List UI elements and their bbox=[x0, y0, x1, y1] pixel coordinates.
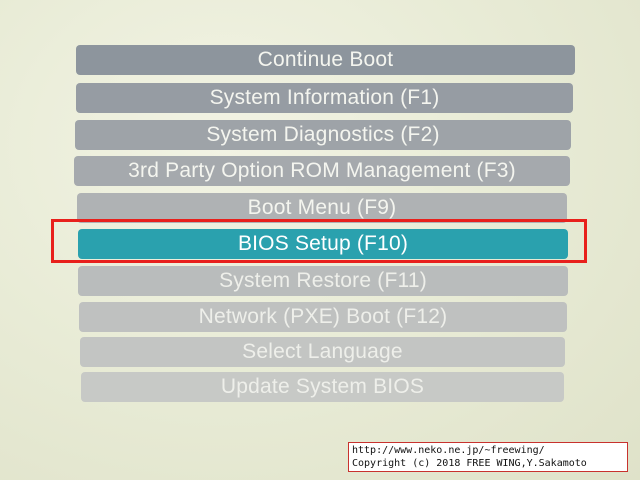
menu-item-label: System Diagnostics (F2) bbox=[206, 123, 440, 146]
menu-item-continue-boot[interactable]: Continue Boot bbox=[76, 45, 575, 75]
menu-item-label: System Restore (F11) bbox=[219, 269, 427, 292]
menu-item-option-rom-management[interactable]: 3rd Party Option ROM Management (F3) bbox=[74, 156, 570, 186]
menu-item-label: Update System BIOS bbox=[220, 375, 425, 398]
highlight-annotation-box bbox=[51, 219, 587, 263]
copyright-watermark: http://www.neko.ne.jp/~freewing/ Copyrig… bbox=[348, 442, 628, 472]
menu-item-label: System Information (F1) bbox=[209, 86, 440, 109]
menu-item-system-diagnostics[interactable]: System Diagnostics (F2) bbox=[75, 120, 571, 150]
menu-item-system-information[interactable]: System Information (F1) bbox=[76, 83, 573, 113]
watermark-copyright: Copyright (c) 2018 FREE WING,Y.Sakamoto bbox=[352, 458, 587, 469]
menu-item-label: Network (PXE) Boot (F12) bbox=[198, 305, 448, 328]
menu-item-label: Continue Boot bbox=[257, 48, 394, 71]
menu-item-label: 3rd Party Option ROM Management (F3) bbox=[128, 159, 516, 182]
menu-item-system-restore[interactable]: System Restore (F11) bbox=[78, 266, 568, 296]
menu-item-network-boot[interactable]: Network (PXE) Boot (F12) bbox=[79, 302, 567, 332]
menu-item-update-bios[interactable]: Update System BIOS bbox=[81, 372, 564, 402]
menu-item-label: Select Language bbox=[242, 340, 403, 363]
menu-item-select-language[interactable]: Select Language bbox=[80, 337, 565, 367]
watermark-url: http://www.neko.ne.jp/~freewing/ bbox=[352, 445, 545, 456]
